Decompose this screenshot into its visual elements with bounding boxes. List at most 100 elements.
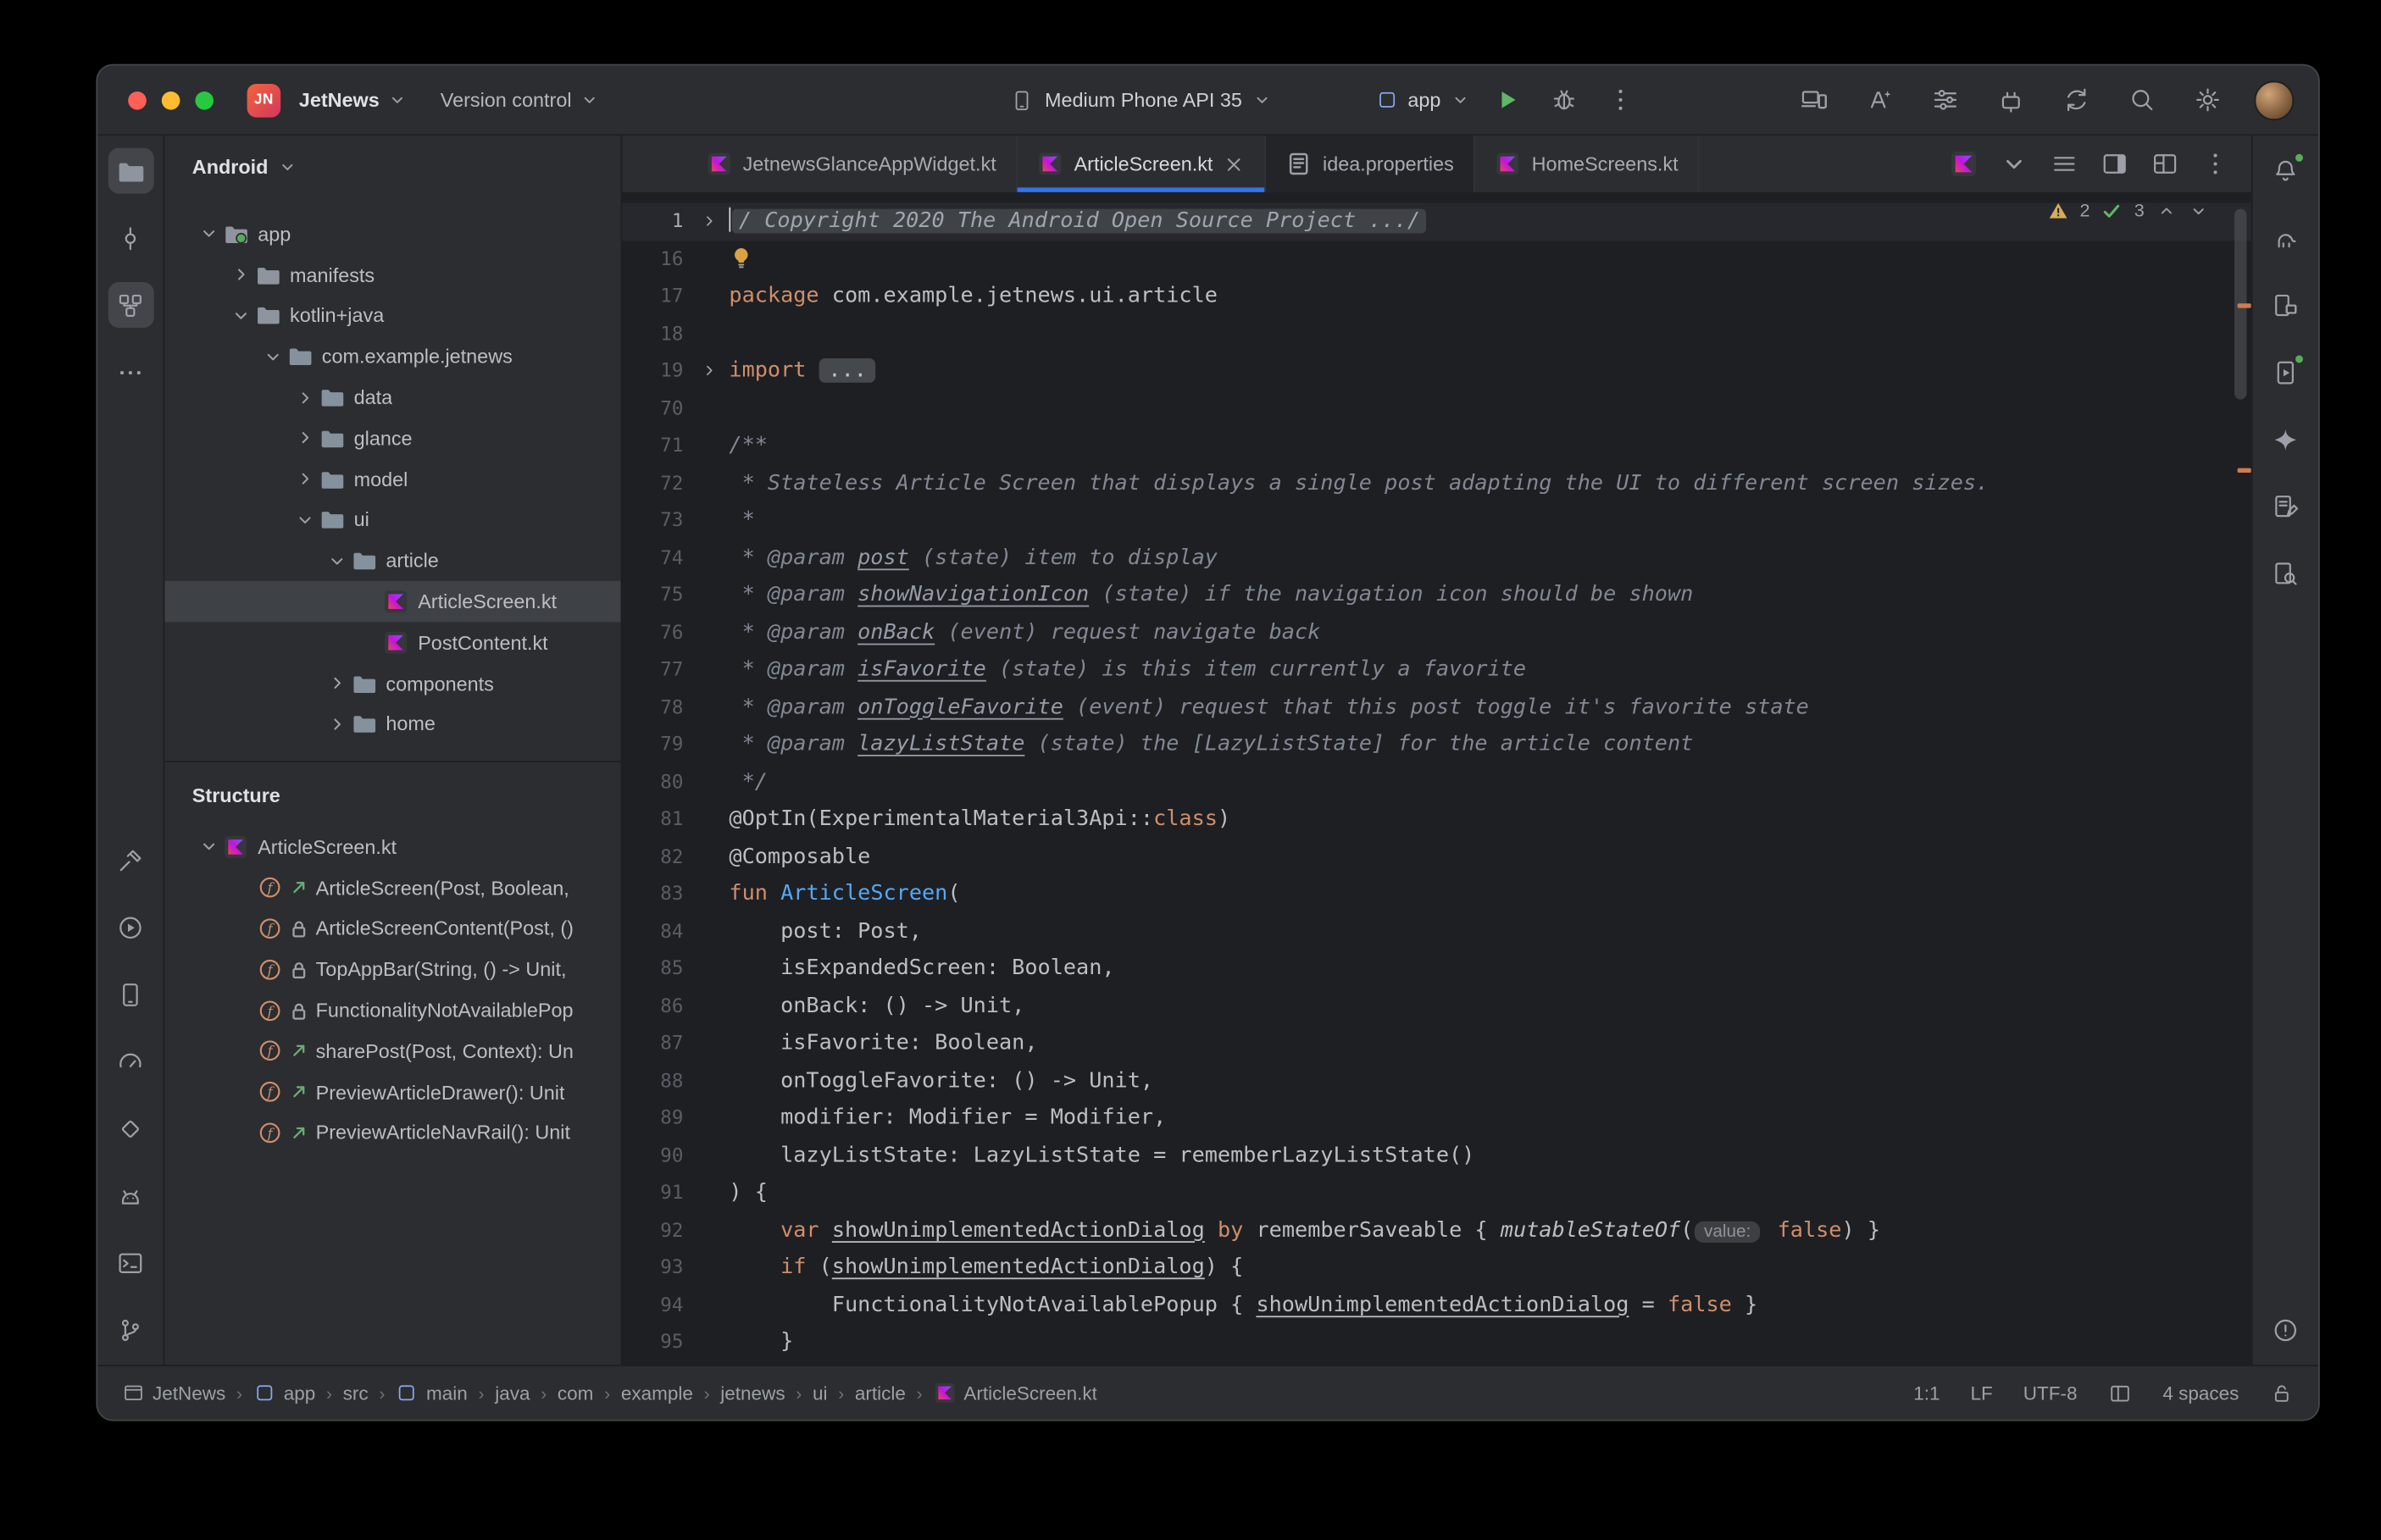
- code-line-91[interactable]: 91) {: [622, 1174, 2251, 1211]
- code-line-17[interactable]: 17package com.example.jetnews.ui.article: [622, 278, 2251, 315]
- code-line-19[interactable]: 19import ...: [622, 352, 2251, 390]
- code-line-86[interactable]: 86 onBack: () -> Unit,: [622, 988, 2251, 1025]
- notifications-tool-button[interactable]: [2262, 148, 2308, 194]
- code-line-83[interactable]: 83fun ArticleScreen(: [622, 875, 2251, 912]
- indent-setting[interactable]: 4 spaces: [2162, 1382, 2239, 1404]
- code-line-89[interactable]: 89 modifier: Modifier = Modifier,: [622, 1100, 2251, 1137]
- more-tool-windows-tool-button[interactable]: [108, 349, 153, 395]
- layout-preview-button[interactable]: [2146, 146, 2183, 182]
- tab-jetnewsglanceappwidget-kt[interactable]: JetnewsGlanceAppWidget.kt: [686, 136, 1018, 192]
- code-line-70[interactable]: 70: [622, 390, 2251, 427]
- split-editor-button[interactable]: [2095, 146, 2132, 182]
- code-line-78[interactable]: 78 * @param onToggleFavorite (event) req…: [622, 689, 2251, 726]
- project-tree-item-kotlin-java[interactable]: kotlin+java: [164, 295, 620, 335]
- project-tree-item-glance[interactable]: glance: [164, 418, 620, 458]
- version-control-tool-tool-button[interactable]: [108, 1307, 153, 1353]
- intention-bulb-icon[interactable]: [729, 245, 753, 269]
- structure-item-articlescreencontent-pos[interactable]: fArticleScreenContent(Post, (): [164, 908, 620, 949]
- breadcrumb-main[interactable]: main: [396, 1382, 468, 1404]
- breadcrumb-jetnews[interactable]: JetNews: [122, 1382, 225, 1404]
- ai-actions-button[interactable]: [1861, 80, 1901, 120]
- code-line-80[interactable]: 80 */: [622, 763, 2251, 800]
- code-line-93[interactable]: 93 if (showUnimplementedActionDialog) {: [622, 1249, 2251, 1286]
- project-tree-item-model[interactable]: model: [164, 458, 620, 499]
- attach-debugger-button[interactable]: [1992, 80, 2032, 120]
- breadcrumb-article[interactable]: article: [855, 1382, 906, 1404]
- vcs-widget[interactable]: Version control: [441, 88, 599, 111]
- run-configurations-button[interactable]: [1926, 80, 1966, 120]
- avatar[interactable]: [2254, 80, 2294, 120]
- code-line-72[interactable]: 72 * Stateless Article Screen that displ…: [622, 464, 2251, 501]
- logcat-tool-button[interactable]: [108, 1172, 153, 1218]
- project-view-selector[interactable]: Android: [164, 136, 620, 197]
- profiler-tool-button[interactable]: [108, 1039, 153, 1084]
- debug-button[interactable]: [1546, 81, 1583, 118]
- caret-position[interactable]: 1:1: [1913, 1382, 1940, 1404]
- breadcrumb-jetnews[interactable]: jetnews: [720, 1382, 785, 1404]
- code-line-81[interactable]: 81@OptIn(ExperimentalMaterial3Api::class…: [622, 800, 2251, 838]
- device-manager-tool-button[interactable]: [108, 972, 153, 1017]
- running-devices-tool-button[interactable]: [2262, 349, 2308, 395]
- code-line-79[interactable]: 79 * @param lazyListState (state) the [L…: [622, 726, 2251, 763]
- run-config-selector[interactable]: app: [1376, 88, 1470, 111]
- more-run-options[interactable]: [1602, 81, 1639, 118]
- device-mirroring-button[interactable]: [1795, 80, 1835, 120]
- code-line-90[interactable]: 90 lazyListState: LazyListState = rememb…: [622, 1137, 2251, 1174]
- run-button[interactable]: [1490, 81, 1526, 118]
- gemini-tool-button[interactable]: [2262, 416, 2308, 462]
- project-tree-item-app[interactable]: app: [164, 213, 620, 254]
- code-line-18[interactable]: 18: [622, 315, 2251, 352]
- structure-tool-button[interactable]: [108, 282, 153, 328]
- project-tree-item-ui[interactable]: ui: [164, 500, 620, 540]
- kotlin-selector-button[interactable]: [1945, 146, 1981, 182]
- project-tree-item-article[interactable]: article: [164, 540, 620, 581]
- gradle-sync-button[interactable]: [2057, 80, 2097, 120]
- project-tree-item-com-example-jetnews[interactable]: com.example.jetnews: [164, 336, 620, 377]
- code-line-75[interactable]: 75 * @param showNavigationIcon (state) i…: [622, 576, 2251, 613]
- app-inspection-tool-button[interactable]: [108, 1105, 153, 1151]
- settings-button[interactable]: [2189, 80, 2228, 120]
- code-line-84[interactable]: 84 post: Post,: [622, 912, 2251, 950]
- build-tool-button[interactable]: [108, 837, 153, 883]
- code-editor[interactable]: 1/ Copyright 2020 The Android Open Sourc…: [622, 194, 2251, 1365]
- more-editor-options-button[interactable]: [2196, 146, 2233, 182]
- close-window-button[interactable]: [128, 91, 147, 109]
- split-view[interactable]: [2108, 1381, 2133, 1405]
- device-selector[interactable]: Medium Phone API 35: [1010, 88, 1273, 113]
- code-line-74[interactable]: 74 * @param post (state) item to display: [622, 539, 2251, 576]
- project-widget[interactable]: JetNews: [299, 88, 407, 111]
- project-tree-item-postcontent-kt[interactable]: PostContent.kt: [164, 622, 620, 662]
- resource-manager-tool-button[interactable]: [2262, 551, 2308, 596]
- breadcrumb-com[interactable]: com: [558, 1382, 594, 1404]
- view-list-button[interactable]: [2045, 146, 2082, 182]
- previous-problem-icon[interactable]: [2156, 201, 2176, 220]
- terminal-tool-button[interactable]: [108, 1239, 153, 1285]
- search-everywhere-button[interactable]: [2123, 80, 2163, 120]
- structure-item-topappbar-string[interactable]: fTopAppBar(String, () -> Unit,: [164, 949, 620, 989]
- structure-item-articlescreen-post-bool[interactable]: fArticleScreen(Post, Boolean,: [164, 867, 620, 908]
- structure-item-functionalitynotavailabl[interactable]: fFunctionalityNotAvailablePop: [164, 990, 620, 1031]
- structure-item-sharepost-post-context[interactable]: fsharePost(Post, Context): Un: [164, 1031, 620, 1072]
- code-line-85[interactable]: 85 isExpandedScreen: Boolean,: [622, 950, 2251, 987]
- project-tree-item-articlescreen-kt[interactable]: ArticleScreen.kt: [164, 581, 620, 622]
- tab-homescreens-kt[interactable]: HomeScreens.kt: [1475, 136, 1700, 192]
- file-encoding[interactable]: UTF-8: [2023, 1382, 2078, 1404]
- breadcrumb-ui[interactable]: ui: [813, 1382, 828, 1404]
- next-problem-icon[interactable]: [2189, 201, 2208, 220]
- device-explorer-tool-button[interactable]: [2262, 282, 2308, 328]
- project-tree-item-manifests[interactable]: manifests: [164, 254, 620, 295]
- run-tool-button[interactable]: [108, 904, 153, 950]
- code-line-16[interactable]: 16: [622, 241, 2251, 278]
- breadcrumb-java[interactable]: java: [495, 1382, 530, 1404]
- line-separator[interactable]: LF: [1971, 1382, 1993, 1404]
- close-tab-icon[interactable]: [1224, 153, 1245, 174]
- inspections-widget[interactable]: 23: [2048, 200, 2209, 221]
- structure-item-previewarticlenavrail[interactable]: fPreviewArticleNavRail(): Unit: [164, 1112, 620, 1153]
- fold-marker-icon[interactable]: [690, 202, 730, 240]
- project-tree-item-components[interactable]: components: [164, 663, 620, 704]
- code-line-92[interactable]: 92 var showUnimplementedActionDialog by …: [622, 1211, 2251, 1249]
- code-line-71[interactable]: 71/**: [622, 427, 2251, 464]
- breadcrumb-src[interactable]: src: [343, 1382, 369, 1404]
- code-line-88[interactable]: 88 onToggleFavorite: () -> Unit,: [622, 1062, 2251, 1100]
- breadcrumb-example[interactable]: example: [621, 1382, 693, 1404]
